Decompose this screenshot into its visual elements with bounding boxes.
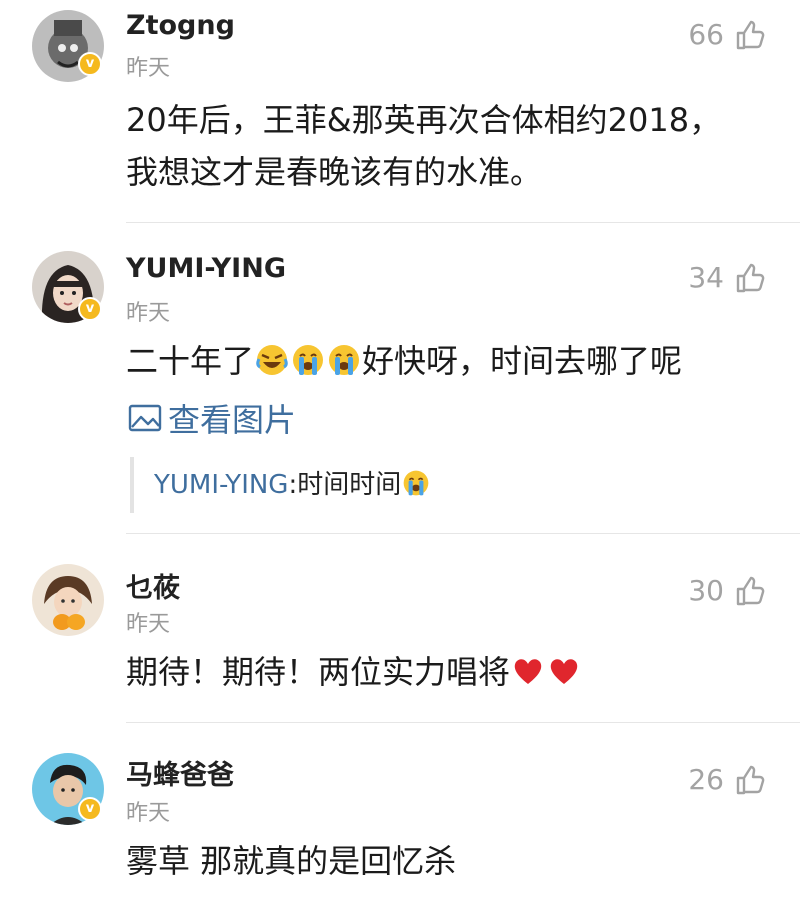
reply-username[interactable]: YUMI-YING — [154, 470, 288, 500]
comment-text-line: 20年后，王菲&那英再次合体相约2018， — [126, 101, 722, 139]
thumbs-up-icon — [734, 575, 766, 607]
like-button[interactable]: 66 — [688, 18, 766, 51]
crying-emoji-icon — [402, 469, 430, 497]
like-button[interactable]: 26 — [688, 763, 766, 796]
comment-text-suffix: 好快呀，时间去哪了呢 — [362, 342, 683, 380]
verified-badge-icon: v — [78, 797, 102, 821]
comment-text: 20年后，王菲&那英再次合体相约2018， 我想这才是春晚该有的水准。 — [126, 94, 780, 198]
like-count: 26 — [688, 763, 724, 796]
comment-item: v Ztogng 昨天 66 20年后，王菲&那英再次合体相约2018， 我想这… — [0, 0, 800, 222]
thumbs-up-icon — [734, 262, 766, 294]
username[interactable]: 马蜂爸爸 — [126, 753, 234, 792]
comment-item: 乜莜 昨天 30 期待！期待！两位实力唱将 — [0, 534, 800, 722]
view-image-label: 查看图片 — [168, 401, 297, 439]
thumbs-up-icon — [734, 764, 766, 796]
crying-emoji-icon — [291, 343, 325, 377]
like-button[interactable]: 30 — [688, 574, 766, 607]
like-button[interactable]: 34 — [688, 261, 766, 294]
heart-emoji-icon — [547, 654, 581, 688]
reply-quote[interactable]: YUMI-YING:时间时间 — [130, 457, 431, 513]
comment-time: 昨天 — [126, 301, 171, 326]
laughing-crying-emoji-icon — [255, 343, 289, 377]
comment-text-line: 我想这才是春晚该有的水准。 — [126, 153, 543, 191]
avatar[interactable] — [32, 564, 104, 636]
like-count: 34 — [688, 261, 724, 294]
comment-time: 昨天 — [126, 612, 171, 637]
username[interactable]: Ztogng — [126, 10, 235, 41]
comment-time: 昨天 — [126, 801, 171, 826]
username[interactable]: YUMI-YING — [126, 253, 286, 284]
view-image-link[interactable]: 查看图片 — [128, 395, 296, 441]
comment-text-body: 期待！期待！两位实力唱将 — [126, 653, 511, 691]
comment-text: 二十年了 好快呀，时间去哪了呢 — [126, 335, 780, 387]
comment-text: 雾草 那就真的是回忆杀 — [126, 842, 457, 880]
verified-badge-icon: v — [78, 297, 102, 321]
reply-text: :时间时间 — [288, 470, 402, 500]
image-icon — [128, 404, 162, 432]
comment-time: 昨天 — [126, 56, 171, 81]
crying-emoji-icon — [327, 343, 361, 377]
comment-item: v YUMI-YING 昨天 34 二十年了 好快呀，时间去哪了呢 查看图片 YU… — [0, 223, 800, 533]
heart-emoji-icon — [511, 654, 545, 688]
like-count: 30 — [688, 574, 724, 607]
like-count: 66 — [688, 18, 724, 51]
comment-text-prefix: 二十年了 — [126, 342, 255, 380]
comment-text: 期待！期待！两位实力唱将 — [126, 646, 780, 698]
username[interactable]: 乜莜 — [126, 566, 180, 605]
verified-badge-icon: v — [78, 52, 102, 76]
comment-item: v 马蜂爸爸 昨天 26 雾草 那就真的是回忆杀 — [0, 723, 800, 913]
avatar-image — [32, 564, 104, 636]
thumbs-up-icon — [734, 19, 766, 51]
